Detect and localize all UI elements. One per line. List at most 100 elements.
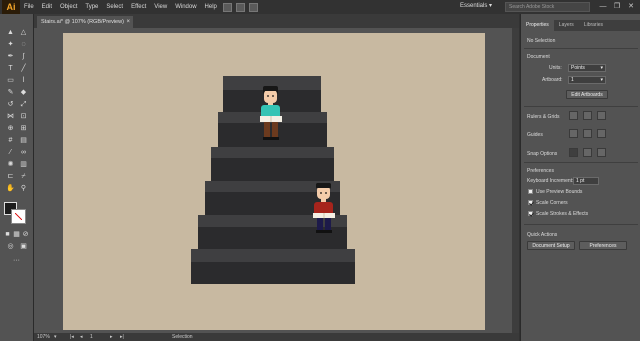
divider [524,162,638,163]
properties-panel: Properties Layers Libraries No Selection… [520,14,640,341]
scale-strokes-checkbox[interactable] [528,211,533,216]
show-guides-icon[interactable] [569,129,578,138]
first-artboard-icon[interactable]: |◂ [70,334,74,340]
zoom-level[interactable]: 107% [37,334,50,340]
vertical-scrollbar[interactable] [512,28,519,333]
grid-icon[interactable] [583,111,592,120]
document-tab-bar: Stairs.ai* @ 107% (RGB/Preview) × [34,14,519,28]
hand-tool-icon[interactable]: ✋ [5,184,16,193]
stair-step-6-front [191,262,355,284]
eyedropper-tool-icon[interactable]: ⁄ [5,148,16,157]
zoom-tool-icon[interactable]: ⚲ [18,184,29,193]
perspective-grid-tool-icon[interactable]: ⊞ [18,124,29,133]
chevron-down-icon: ▾ [600,77,603,83]
status-mode[interactable]: Selection [172,334,193,340]
preferences-button[interactable]: Preferences [579,241,627,250]
edit-artboards-button[interactable]: Edit Artboards [566,90,608,99]
gradient-tool-icon[interactable]: ▤ [18,136,29,145]
menu-type[interactable]: Type [81,4,102,10]
snap-to-grid-icon[interactable] [583,148,592,157]
pen-tool-icon[interactable]: ✒ [5,52,16,61]
divider [524,106,638,107]
shape-builder-tool-icon[interactable]: ⊕ [5,124,16,133]
scale-corners-label: Scale Corners [536,200,568,206]
guides-label: Guides [527,132,543,138]
artboard[interactable] [63,33,485,330]
lock-guides-icon[interactable] [583,129,592,138]
close-window-button[interactable]: ✕ [626,2,636,12]
stroke-swatch[interactable] [11,209,26,224]
units-value: Points [571,65,585,71]
menu-file[interactable]: File [20,4,38,10]
tab-libraries[interactable]: Libraries [579,20,608,31]
workspace-switcher[interactable]: Essentials ▾ [460,2,494,12]
selection-tool-icon[interactable]: ▲ [5,28,16,37]
menu-effect[interactable]: Effect [127,4,150,10]
close-tab-icon[interactable]: × [126,16,130,28]
snap-to-pixel-icon[interactable] [597,148,606,157]
snap-to-point-icon[interactable] [569,148,578,157]
lasso-tool-icon[interactable]: ◌ [18,40,29,49]
chevron-down-icon: ▾ [600,65,603,71]
search-input[interactable]: Search Adobe Stock [505,2,590,12]
menu-window[interactable]: Window [171,4,200,10]
document-setup-button[interactable]: Document Setup [527,241,575,250]
column-graph-tool-icon[interactable]: ▥ [18,160,29,169]
stair-step-6-top [191,249,355,262]
color-mode-icon[interactable]: ■ [4,230,11,239]
direct-selection-tool-icon[interactable]: △ [18,28,29,37]
rectangle-tool-icon[interactable]: ▭ [5,76,16,85]
document-tab[interactable]: Stairs.ai* @ 107% (RGB/Preview) × [37,16,133,28]
arrange-documents-icon[interactable] [235,2,245,12]
slice-tool-icon[interactable]: ⌿ [18,172,29,181]
units-select[interactable]: Points ▾ [568,64,606,72]
line-tool-icon[interactable]: ╱ [18,64,29,73]
next-artboard-icon[interactable]: ▸ [110,334,113,340]
mesh-tool-icon[interactable]: # [5,136,16,145]
tab-properties[interactable]: Properties [521,20,554,31]
none-mode-icon[interactable]: ⊘ [22,230,29,239]
artboard-tool-icon[interactable]: ⊏ [5,172,16,181]
curvature-tool-icon[interactable]: ∫ [18,52,29,61]
shaper-tool-icon[interactable]: ✎ [5,88,16,97]
width-tool-icon[interactable]: ⋈ [5,112,16,121]
selection-status: No Selection [527,38,556,44]
keyboard-increment-input[interactable]: 1 pt [573,177,599,185]
use-preview-bounds-checkbox[interactable] [528,189,533,194]
zoom-dropdown-icon[interactable]: ▾ [54,334,57,340]
edit-toolbar-icon[interactable]: ··· [11,256,22,265]
menu-select[interactable]: Select [102,4,127,10]
menu-edit[interactable]: Edit [38,4,56,10]
restore-button[interactable]: ❐ [612,2,622,12]
scale-tool-icon[interactable]: ⤢ [18,100,29,109]
draw-mode-icon[interactable]: ◎ [5,242,16,251]
eraser-tool-icon[interactable]: ◆ [18,88,29,97]
paintbrush-tool-icon[interactable]: ǀ [18,76,29,85]
type-tool-icon[interactable]: T [5,64,16,73]
blend-tool-icon[interactable]: ∞ [18,148,29,157]
gpu-performance-icon[interactable] [248,2,258,12]
canvas-area[interactable] [34,28,519,333]
minimize-button[interactable]: — [598,2,608,12]
menu-object[interactable]: Object [56,4,81,10]
scale-corners-checkbox[interactable] [528,200,533,205]
transparency-grid-icon[interactable] [597,111,606,120]
gradient-mode-icon[interactable]: ▦ [13,230,20,239]
keyboard-increment-label: Keyboard Increment: [527,178,574,184]
magic-wand-tool-icon[interactable]: ✦ [5,40,16,49]
rulers-icon[interactable] [569,111,578,120]
prev-artboard-icon[interactable]: ◂ [80,334,83,340]
artboard-select[interactable]: 1 ▾ [568,76,606,84]
menu-help[interactable]: Help [201,4,221,10]
rotate-tool-icon[interactable]: ↺ [5,100,16,109]
artboard-number[interactable]: 1 [90,334,93,340]
bridge-icon[interactable] [222,2,232,12]
tab-layers[interactable]: Layers [554,20,579,31]
free-transform-tool-icon[interactable]: ⊡ [18,112,29,121]
smart-guides-icon[interactable] [597,129,606,138]
last-artboard-icon[interactable]: ▸| [120,334,124,340]
symbol-sprayer-tool-icon[interactable]: ✺ [5,160,16,169]
artboard-label: Artboard: [542,77,563,83]
menu-view[interactable]: View [150,4,171,10]
screen-mode-icon[interactable]: ▣ [18,242,29,251]
